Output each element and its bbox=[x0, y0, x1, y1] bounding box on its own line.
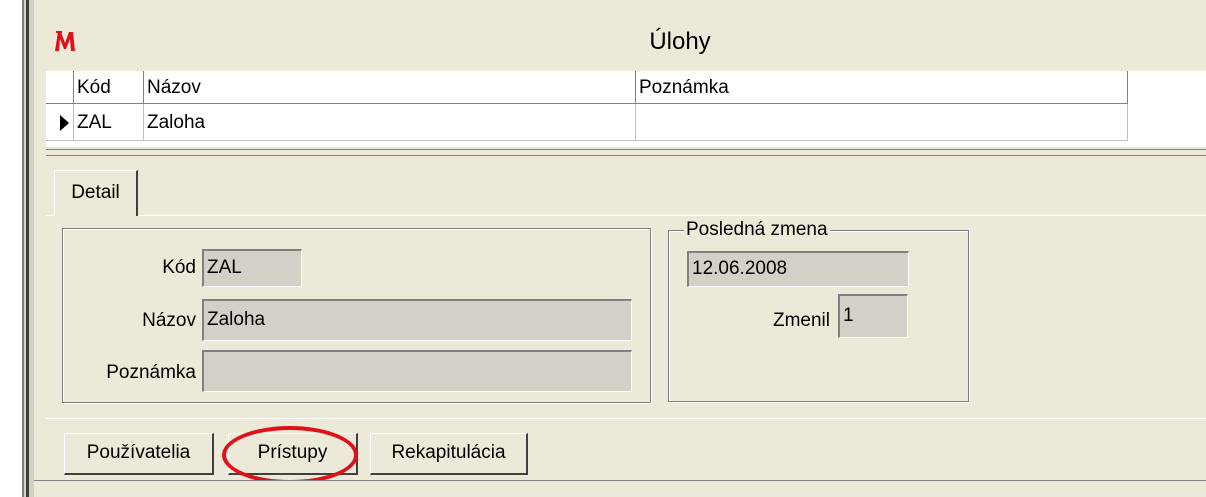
window-left-border bbox=[22, 0, 34, 497]
recap-button[interactable]: Rekapitulácia bbox=[370, 433, 528, 475]
cell-nazov[interactable]: Zaloha bbox=[144, 104, 636, 141]
splitter[interactable] bbox=[46, 149, 1206, 156]
column-header-kod[interactable]: Kód bbox=[74, 71, 144, 104]
zmenil-label: Zmenil bbox=[772, 310, 830, 331]
window-title: Úlohy bbox=[649, 28, 711, 55]
kod-label: Kód bbox=[162, 257, 196, 278]
nazov-field[interactable]: Zaloha bbox=[202, 299, 632, 341]
row-indicator[interactable] bbox=[46, 104, 74, 141]
tab-detail[interactable]: Detail bbox=[54, 170, 138, 216]
column-header-poznamka[interactable]: Poznámka bbox=[636, 71, 1128, 104]
desktop-edge bbox=[0, 0, 22, 497]
tasks-grid[interactable]: Kód Názov Poznámka ZAL Zaloha bbox=[46, 71, 1206, 147]
last-change-legend: Posledná zmena bbox=[684, 219, 830, 241]
grid-indicator-header bbox=[46, 71, 74, 104]
highlight-circle-annotation bbox=[222, 426, 358, 484]
poznamka-field[interactable] bbox=[202, 350, 632, 392]
nazov-label: Názov bbox=[142, 310, 196, 331]
zmenil-field[interactable]: 1 bbox=[838, 294, 908, 338]
cell-poznamka[interactable] bbox=[636, 104, 1128, 141]
last-change-date-field[interactable]: 12.06.2008 bbox=[687, 251, 909, 287]
kod-field[interactable]: ZAL bbox=[202, 249, 302, 287]
column-header-nazov[interactable]: Názov bbox=[144, 71, 636, 104]
button-panel bbox=[46, 418, 1206, 480]
grid-empty-area bbox=[1128, 71, 1206, 147]
row-pointer-icon bbox=[60, 115, 69, 131]
window-bottom-edge bbox=[34, 480, 1206, 497]
users-button[interactable]: Používatelia bbox=[64, 433, 214, 475]
poznamka-label: Poznámka bbox=[106, 362, 196, 383]
app-logo-icon bbox=[55, 31, 75, 51]
cell-kod[interactable]: ZAL bbox=[74, 104, 144, 141]
